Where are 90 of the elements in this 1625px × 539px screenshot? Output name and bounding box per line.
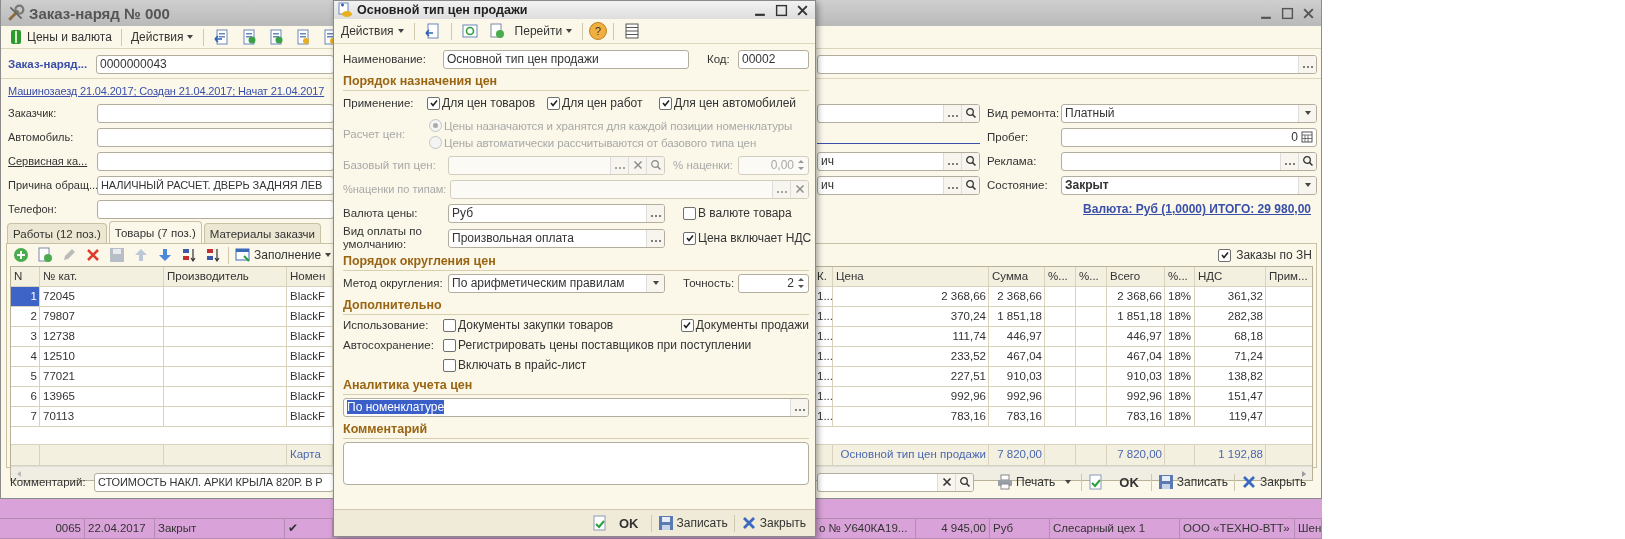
table-cell: 783,16 [1107,407,1165,426]
table-cell: 2 368,66 [989,287,1045,306]
table-cell: 138,82 [1195,367,1266,386]
list-cell: Шен [1295,519,1322,538]
field-label: Метод округления: [343,277,444,289]
table-cell: 13965 [40,387,164,406]
table-cell: 446,97 [989,327,1045,346]
table-cell: 68,18 [1195,327,1266,346]
field-label: Точность: [683,277,736,289]
table-cell: 71,24 [1195,347,1266,366]
table-cell: 70113 [40,407,164,426]
list-cell: Слесарный цех 1 [1050,519,1180,538]
field-label: %наценки по типам: [343,183,447,195]
table-cell: 72045 [40,287,164,306]
table-cell: 4 [11,347,40,366]
table-cell: 233,52 [833,347,989,366]
total-cell: 7 820,00 [1107,445,1165,465]
list-cell: 22.04.2017 [85,519,155,538]
table-cell: 5 [11,367,40,386]
table-cell: 783,16 [833,407,989,426]
field-label: Реклама: [987,155,1038,167]
list-cell: Руб [990,519,1050,538]
field-label: Вид ремонта: [987,107,1061,119]
field-label: Базовый тип цен: [343,159,437,171]
total-cell: 7 820,00 [989,445,1045,465]
table-cell: 18% [1165,287,1195,306]
table-cell: 77021 [40,367,164,386]
total-cell: 1 192,88 [1195,445,1266,465]
table-cell: 12510 [40,347,164,366]
field-label: Пробег: [987,131,1030,143]
table-cell: 370,24 [833,307,989,326]
field-label: Код: [707,53,731,65]
total-cell: Основной тип цен продажи [833,445,989,465]
table-cell: 910,03 [989,367,1045,386]
section-heading: Аналитика учета цен [343,377,809,395]
field-label: Расчет цен: [343,128,407,140]
table-cell: 361,32 [1195,287,1266,306]
field-label: Причина обращ... [8,179,97,191]
table-cell: 1 851,18 [1107,307,1165,326]
table-cell: 3 [11,327,40,346]
field-label: Наименование: [343,53,427,65]
table-cell: 992,96 [833,387,989,406]
table-cell: 2 368,66 [833,287,989,306]
window-title: Основной тип цен продажи [357,3,528,17]
table-cell: 282,38 [1195,307,1266,326]
table-cell: 992,96 [1107,387,1165,406]
table-cell: 18% [1165,407,1195,426]
field-label: Использование: [343,319,430,331]
table-cell: 467,04 [989,347,1045,366]
table-cell: 111,74 [833,327,989,346]
table-cell: 910,03 [1107,367,1165,386]
section-heading: Дополнительно [343,297,809,315]
field-label: Валюта цены: [343,207,419,219]
table-cell: 18% [1165,327,1195,346]
table-cell: 119,47 [1195,407,1266,426]
field-label: Заказчик: [8,107,58,119]
table-cell: 12738 [40,327,164,346]
field-label: Автомобиль: [8,131,75,143]
table-cell: 7 [11,407,40,426]
list-cell: ООО «ТЕХНО-ВТТ» [1180,519,1295,538]
field-label: Телефон: [8,203,58,215]
table-cell: 1 [11,287,40,306]
field-label: Комментарий: [9,476,87,488]
field-label: % наценки: [673,159,735,171]
list-cell: 0065 [0,519,85,538]
table-cell: 18% [1165,367,1195,386]
table-cell: 446,97 [1107,327,1165,346]
section-heading: Порядок назначения цен [343,73,809,91]
list-cell: Закрыт [155,519,285,538]
section-heading: Порядок округления цен [343,253,809,271]
field-label: Состояние: [987,179,1049,191]
table-cell: 6 [11,387,40,406]
table-cell: 151,47 [1195,387,1266,406]
table-cell: 2 368,66 [1107,287,1165,306]
window-title: Заказ-наряд № 000 [29,4,170,22]
table-cell: 467,04 [1107,347,1165,366]
table-cell: 227,51 [833,367,989,386]
list-cell: 4 945,00 [916,519,990,538]
table-cell: 1 851,18 [989,307,1045,326]
table-cell: 18% [1165,307,1195,326]
field-label: Применение: [343,97,415,109]
table-cell: 79807 [40,307,164,326]
table-cell: 18% [1165,387,1195,406]
table-cell: 783,16 [989,407,1045,426]
field-label: Вид оплаты по умолчанию: [343,225,423,251]
table-cell: 2 [11,307,40,326]
table-cell: 992,96 [989,387,1045,406]
table-cell: 18% [1165,347,1195,366]
field-label: Автосохранение: [343,339,435,351]
section-heading: Комментарий [343,421,809,439]
